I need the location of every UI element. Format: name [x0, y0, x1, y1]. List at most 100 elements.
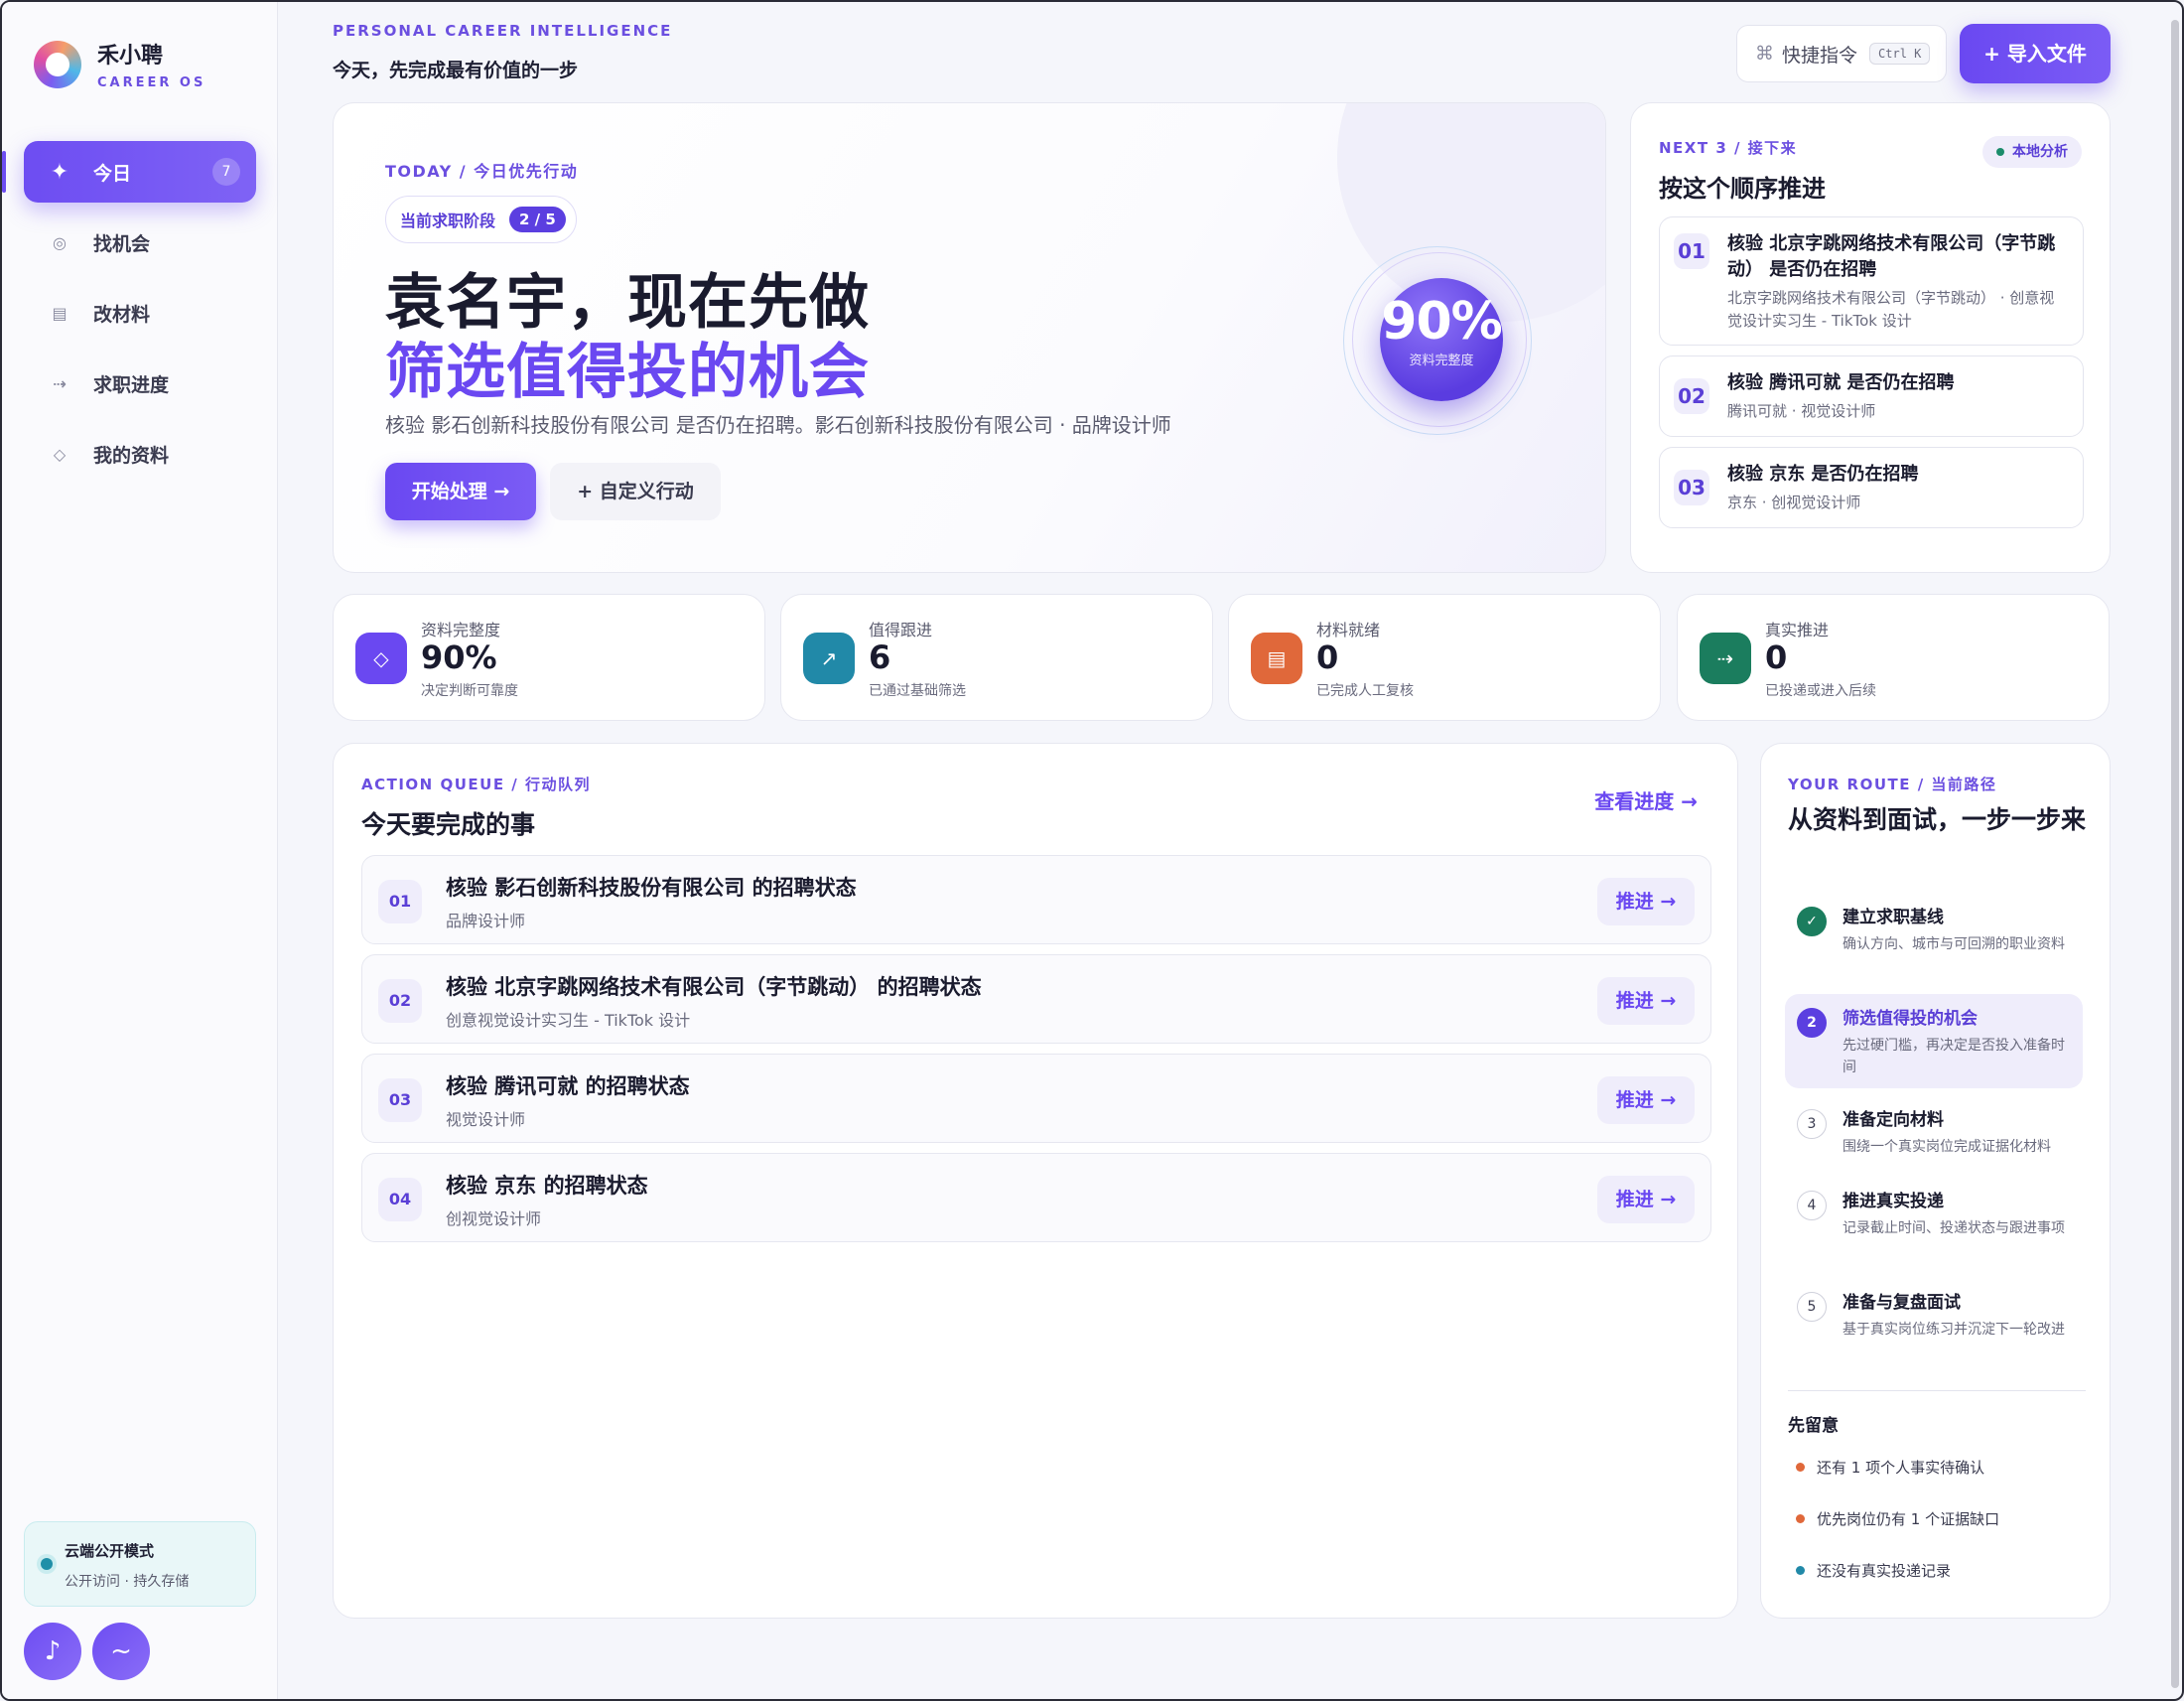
bullet-dot-icon — [1796, 1463, 1805, 1472]
next-item-title: 核验 京东 是否仍在招聘 — [1727, 464, 1919, 485]
document-icon: ▤ — [1251, 633, 1302, 684]
sidebar-item-today[interactable]: ✦ 今日 7 — [2, 141, 256, 203]
stat-card-worth-following[interactable]: ↗ 值得跟进 6 已通过基础筛选 — [780, 594, 1213, 721]
page-title: 今天，先完成最有价值的一步 — [333, 60, 579, 81]
document-icon: ▤ — [52, 303, 68, 323]
start-button[interactable]: 开始处理 → — [385, 463, 536, 520]
queue-item-title: 核验 北京字跳网络技术有限公司（字节跳动） 的招聘状态 — [446, 975, 982, 999]
queue-item-number: 01 — [378, 880, 422, 923]
stat-subtitle: 决定判断可靠度 — [421, 683, 518, 699]
notice-item: 还有 1 项个人事实待确认 — [1796, 1457, 1984, 1478]
cloud-mode-subtitle: 公开访问 · 持久存储 — [65, 1574, 190, 1590]
advance-button[interactable]: 推进 → — [1597, 878, 1695, 925]
notice-item: 优先岗位仍有 1 个证据缺口 — [1796, 1508, 1999, 1529]
scrollbar[interactable] — [2171, 20, 2179, 1688]
route-step-subtitle: 基于真实岗位练习并沉淀下一轮改进 — [1843, 1322, 2065, 1338]
view-progress-link[interactable]: 查看进度 → — [1594, 785, 1698, 814]
trend-arrow-icon: ↗ — [803, 633, 855, 684]
queue-item[interactable]: 02 核验 北京字跳网络技术有限公司（字节跳动） 的招聘状态 创意视觉设计实习生… — [361, 954, 1711, 1044]
queue-item[interactable]: 04 核验 京东 的招聘状态 创视觉设计师 推进 → — [361, 1153, 1711, 1242]
stat-label: 资料完整度 — [421, 621, 501, 639]
notice-item: 还没有真实投递记录 — [1796, 1560, 1952, 1581]
route-step[interactable]: 5 准备与复盘面试 基于真实岗位练习并沉淀下一轮改进 — [1785, 1278, 2083, 1350]
cloud-mode-card[interactable]: 云端公开模式 公开访问 · 持久存储 — [24, 1521, 256, 1607]
orb-value: 90% — [1381, 292, 1502, 352]
sparkle-icon: ✦ — [50, 159, 69, 185]
import-file-button[interactable]: + 导入文件 — [1960, 24, 2111, 83]
next-item[interactable]: 02 核验 腾讯可就 是否仍在招聘 腾讯可就 · 视觉设计师 — [1659, 355, 2084, 437]
command-palette-button[interactable]: ⌘ 快捷指令 Ctrl K — [1736, 25, 1947, 82]
next-item-subtitle: 北京字跳网络技术有限公司（字节跳动） · 创意视觉设计实习生 - TikTok … — [1727, 289, 2055, 330]
next-item-number: 01 — [1674, 233, 1709, 269]
sidebar-item-label: 改材料 — [93, 303, 151, 326]
next-item[interactable]: 01 核验 北京字跳网络技术有限公司（字节跳动） 是否仍在招聘 北京字跳网络技术… — [1659, 216, 2084, 346]
app-subtitle: CAREER OS — [97, 75, 206, 90]
queue-item-subtitle: 创视觉设计师 — [446, 1209, 542, 1228]
advance-button[interactable]: 推进 → — [1597, 1176, 1695, 1223]
next-item-subtitle: 腾讯可就 · 视觉设计师 — [1727, 402, 1876, 420]
stat-value: 90% — [421, 638, 497, 676]
check-icon: ✓ — [1797, 907, 1827, 936]
wave-icon[interactable]: ~ — [92, 1623, 150, 1680]
orb-label: 资料完整度 — [1409, 354, 1474, 368]
brand[interactable]: 禾小聘 CAREER OS — [34, 38, 205, 90]
app-window: 禾小聘 CAREER OS ✦ 今日 7 ◎ 找机会 ▤ 改材料 ⇢ 求职进度 — [0, 0, 2184, 1701]
route-step-title: 准备定向材料 — [1843, 1110, 1944, 1130]
divider — [1788, 1390, 2086, 1391]
queue-item-number: 03 — [378, 1078, 422, 1122]
next-item[interactable]: 03 核验 京东 是否仍在招聘 京东 · 创视觉设计师 — [1659, 447, 2084, 528]
route-step[interactable]: ✓ 建立求职基线 确认方向、城市与可回溯的职业资料 — [1785, 893, 2083, 965]
stage-pill: 当前求职阶段 2 / 5 — [385, 196, 577, 243]
page-kicker: PERSONAL CAREER INTELLIGENCE — [333, 22, 673, 40]
route-step-title: 准备与复盘面试 — [1843, 1293, 1961, 1313]
next-item-title: 核验 腾讯可就 是否仍在招聘 — [1727, 372, 1955, 393]
arrow-right-icon: ⇢ — [1700, 633, 1751, 684]
sidebar: 禾小聘 CAREER OS ✦ 今日 7 ◎ 找机会 ▤ 改材料 ⇢ 求职进度 — [2, 2, 278, 1699]
stat-subtitle: 已完成人工复核 — [1316, 683, 1414, 699]
stage-count-badge: 2 / 5 — [509, 207, 566, 232]
route-card: YOUR ROUTE / 当前路径 从资料到面试，一步一步来 ✓ 建立求职基线 … — [1760, 743, 2111, 1619]
queue-item[interactable]: 03 核验 腾讯可就 的招聘状态 视觉设计师 推进 → — [361, 1054, 1711, 1143]
status-dot-icon — [41, 1558, 53, 1570]
sidebar-item-materials[interactable]: ▤ 改材料 — [24, 282, 256, 344]
stat-card-completeness[interactable]: ◇ 资料完整度 90% 决定判断可靠度 — [333, 594, 765, 721]
stat-value: 0 — [1316, 638, 1339, 676]
advance-button[interactable]: 推进 → — [1597, 1076, 1695, 1124]
sidebar-item-profile[interactable]: ◇ 我的资料 — [24, 423, 256, 485]
sidebar-item-opportunities[interactable]: ◎ 找机会 — [24, 212, 256, 273]
sidebar-item-label: 今日 — [93, 162, 132, 185]
stat-card-real-progress[interactable]: ⇢ 真实推进 0 已投递或进入后续 — [1677, 594, 2110, 721]
route-step[interactable]: 3 准备定向材料 围绕一个真实岗位完成证据化材料 — [1785, 1095, 2083, 1168]
stat-value: 6 — [869, 638, 891, 676]
sidebar-nav: ✦ 今日 7 ◎ 找机会 ▤ 改材料 ⇢ 求职进度 ◇ 我的资料 — [2, 141, 256, 494]
route-step[interactable]: 4 推进真实投递 记录截止时间、投递状态与跟进事项 — [1785, 1177, 2083, 1249]
logo-icon — [34, 40, 81, 88]
user-avatars: ♪ ~ — [24, 1623, 161, 1680]
sidebar-item-label: 我的资料 — [93, 444, 170, 467]
route-step-current[interactable]: 2 筛选值得投的机会 先过硬门槛，再决定是否投入准备时间 — [1785, 994, 2083, 1088]
queue-item-title: 核验 京东 的招聘状态 — [446, 1174, 648, 1198]
progress-arrow-icon: ⇢ — [53, 373, 67, 393]
route-step-subtitle: 记录截止时间、投递状态与跟进事项 — [1843, 1220, 2065, 1236]
local-analysis-badge: 本地分析 — [1982, 136, 2082, 168]
queue-item[interactable]: 01 核验 影石创新科技股份有限公司 的招聘状态 品牌设计师 推进 → — [361, 855, 1711, 944]
diamond-icon: ◇ — [53, 444, 67, 464]
sidebar-item-label: 找机会 — [93, 232, 151, 255]
route-step-title: 筛选值得投的机会 — [1843, 1009, 1978, 1029]
bullet-dot-icon — [1796, 1566, 1805, 1575]
stat-label: 真实推进 — [1765, 621, 1830, 639]
music-note-icon[interactable]: ♪ — [24, 1623, 81, 1680]
bullet-dot-icon — [1796, 1514, 1805, 1523]
custom-action-button[interactable]: + 自定义行动 — [550, 463, 721, 520]
queue-item-subtitle: 视觉设计师 — [446, 1110, 526, 1129]
app-name: 禾小聘 — [97, 44, 164, 69]
stat-card-materials-ready[interactable]: ▤ 材料就绪 0 已完成人工复核 — [1228, 594, 1661, 721]
route-step-subtitle: 确认方向、城市与可回溯的职业资料 — [1843, 936, 2065, 952]
notice-text: 还没有真实投递记录 — [1817, 1562, 1952, 1580]
sidebar-item-progress[interactable]: ⇢ 求职进度 — [24, 353, 256, 414]
diamond-icon: ◇ — [355, 633, 407, 684]
stat-label: 材料就绪 — [1316, 621, 1381, 639]
advance-button[interactable]: 推进 → — [1597, 977, 1695, 1025]
step-number: 3 — [1797, 1109, 1827, 1139]
route-step-subtitle: 先过硬门槛，再决定是否投入准备时间 — [1843, 1038, 2065, 1075]
